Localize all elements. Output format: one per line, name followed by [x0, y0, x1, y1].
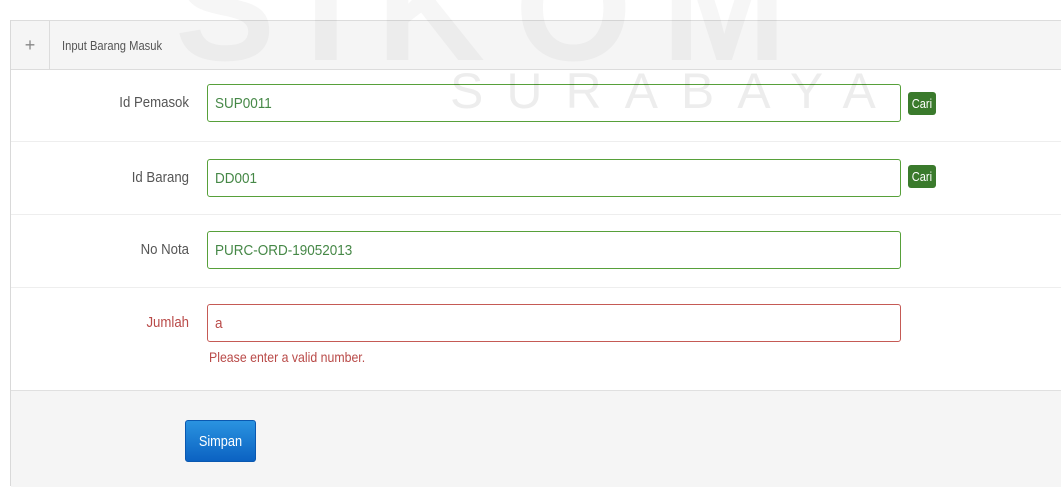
id-pemasok-input[interactable]: SUP0011: [207, 84, 901, 122]
form-row-jumlah: Jumlah a Please enter a valid number.: [11, 287, 1061, 390]
no-nota-label: No Nota: [140, 241, 189, 258]
id-barang-input[interactable]: DD001: [207, 159, 901, 197]
jumlah-error-message: Please enter a valid number.: [209, 349, 366, 365]
panel-title: Input Barang Masuk: [62, 37, 163, 53]
simpan-button[interactable]: Simpan: [185, 420, 256, 462]
cari-barang-button[interactable]: Cari: [908, 165, 936, 188]
id-barang-label: Id Barang: [131, 169, 189, 186]
cari-barang-label: Cari: [911, 169, 933, 184]
id-barang-value: DD001: [215, 170, 258, 187]
id-pemasok-value: SUP0011: [215, 95, 272, 112]
plus-icon[interactable]: +: [11, 21, 50, 69]
input-barang-masuk-panel: + Input Barang Masuk Id Pemasok SUP0011 …: [10, 20, 1061, 487]
jumlah-label: Jumlah: [146, 314, 189, 331]
form-row-id-pemasok: Id Pemasok SUP0011 Cari: [11, 68, 1061, 142]
cari-pemasok-label: Cari: [911, 96, 933, 111]
no-nota-input[interactable]: PURC-ORD-19052013: [207, 231, 901, 269]
cari-pemasok-button[interactable]: Cari: [908, 92, 936, 115]
panel-header: + Input Barang Masuk: [11, 20, 1061, 70]
form-actions: Simpan: [11, 390, 1061, 487]
id-pemasok-label: Id Pemasok: [119, 94, 189, 111]
jumlah-input[interactable]: a: [207, 304, 901, 342]
form-row-id-barang: Id Barang DD001 Cari: [11, 141, 1061, 215]
simpan-label: Simpan: [198, 433, 243, 450]
no-nota-value: PURC-ORD-19052013: [215, 242, 353, 259]
jumlah-value: a: [215, 315, 223, 332]
form-row-no-nota: No Nota PURC-ORD-19052013: [11, 214, 1061, 288]
